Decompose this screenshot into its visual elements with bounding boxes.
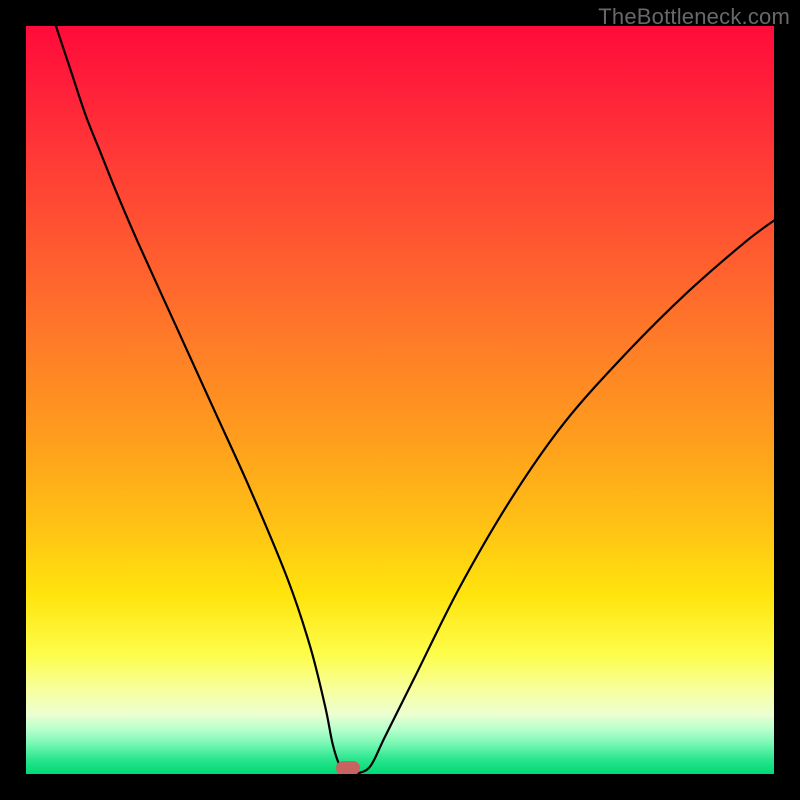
chart-frame: TheBottleneck.com [0,0,800,800]
plot-area [26,26,774,774]
optimal-point-marker [336,761,360,774]
bottleneck-curve [26,26,774,774]
